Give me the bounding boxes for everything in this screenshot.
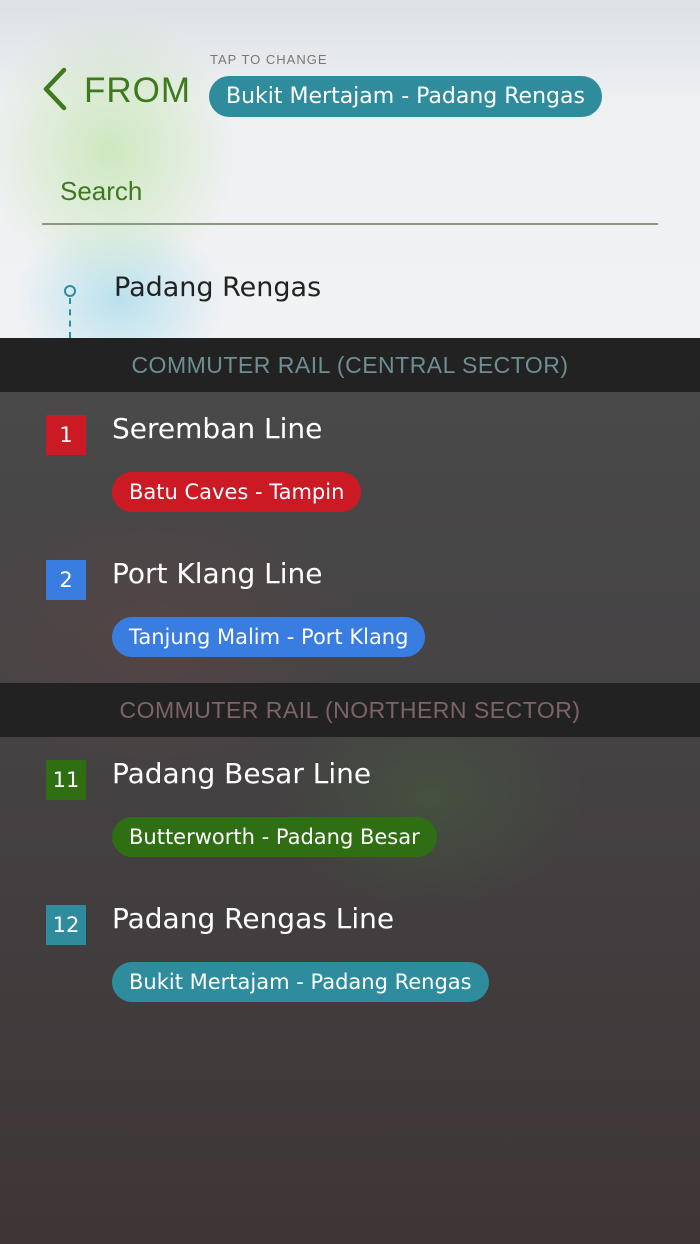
selected-route-button[interactable]: Bukit Mertajam - Padang Rengas [209, 76, 602, 117]
line-item-padang-rengas[interactable]: 12 Padang Rengas Line Bukit Mertajam - P… [0, 902, 700, 1025]
line-item-port-klang[interactable]: 2 Port Klang Line Tanjung Malim - Port K… [0, 557, 700, 680]
station-name: Padang Rengas [114, 272, 322, 303]
line-route-pill: Tanjung Malim - Port Klang [112, 617, 426, 657]
station-list-item[interactable]: Padang Rengas [0, 264, 700, 338]
line-number-badge: 2 [46, 560, 86, 600]
line-name: Padang Rengas Line [112, 902, 395, 935]
line-route-pill: Batu Caves - Tampin [112, 472, 362, 512]
station-dot-icon [64, 285, 76, 297]
line-number-badge: 11 [46, 760, 86, 800]
line-item-seremban[interactable]: 1 Seremban Line Batu Caves - Tampin [0, 412, 700, 535]
line-item-padang-besar[interactable]: 11 Padang Besar Line Butterworth - Padan… [0, 757, 700, 880]
line-number-badge: 1 [46, 415, 86, 455]
back-label: FROM [84, 71, 192, 110]
section-title: COMMUTER RAIL (NORTHERN SECTOR) [119, 697, 581, 723]
section-header-central: COMMUTER RAIL (CENTRAL SECTOR) [0, 338, 700, 392]
line-route-pill: Butterworth - Padang Besar [112, 817, 437, 857]
tap-to-change-hint: TAP TO CHANGE [210, 52, 328, 67]
search-input[interactable] [42, 162, 658, 220]
route-connector-line [69, 298, 71, 338]
line-name: Padang Besar Line [112, 757, 372, 790]
header-panel: FROM TAP TO CHANGE Bukit Mertajam - Pada… [0, 0, 700, 338]
line-number-badge: 12 [46, 905, 86, 945]
back-button[interactable]: FROM [40, 66, 191, 116]
search-field[interactable] [42, 162, 658, 225]
lines-list: COMMUTER RAIL (CENTRAL SECTOR) 1 Seremba… [0, 338, 700, 1244]
section-title: COMMUTER RAIL (CENTRAL SECTOR) [131, 352, 569, 378]
chevron-left-icon [40, 66, 70, 116]
line-name: Seremban Line [112, 412, 323, 445]
line-route-pill: Bukit Mertajam - Padang Rengas [112, 962, 489, 1002]
line-name: Port Klang Line [112, 557, 323, 590]
section-header-northern: COMMUTER RAIL (NORTHERN SECTOR) [0, 683, 700, 737]
